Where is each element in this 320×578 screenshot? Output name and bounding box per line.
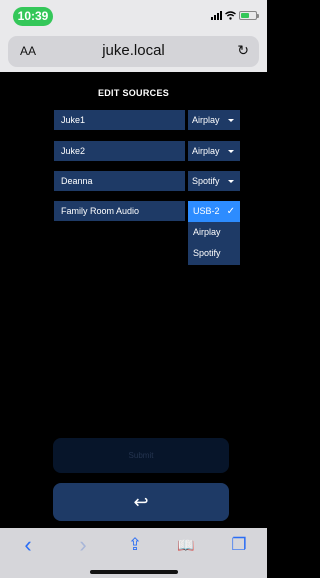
source-row-name: Juke1: [54, 110, 185, 130]
chevron-down-icon: [228, 180, 234, 183]
dropdown-option[interactable]: Spotify: [188, 243, 240, 264]
status-bar: 10:39: [0, 0, 267, 32]
dropdown-option-selected[interactable]: USB-2 ✓: [188, 201, 240, 222]
wifi-icon: [225, 11, 236, 20]
source-row-name: Juke2: [54, 141, 185, 161]
source-select[interactable]: Airplay: [188, 110, 240, 130]
share-icon[interactable]: ⇪: [124, 534, 146, 556]
source-select-value: Airplay: [192, 146, 220, 156]
checkmark-icon: ✓: [226, 206, 235, 217]
cellular-signal-icon: [211, 11, 222, 20]
chevron-down-icon: [228, 150, 234, 153]
status-time: 10:39: [13, 7, 53, 26]
source-select[interactable]: Spotify: [188, 171, 240, 191]
tabs-icon[interactable]: ❐: [228, 534, 250, 556]
bookmarks-icon[interactable]: 📖: [175, 534, 197, 556]
status-icons: [211, 11, 259, 20]
page-title: EDIT SOURCES: [97, 88, 170, 98]
dropdown-option[interactable]: Airplay: [188, 222, 240, 243]
url-text[interactable]: juke.local: [8, 42, 259, 59]
home-indicator: [90, 570, 178, 574]
browser-address-area: AA juke.local ↻: [0, 32, 267, 72]
battery-icon: [239, 11, 259, 20]
source-select[interactable]: Airplay: [188, 141, 240, 161]
forward-chevron-icon[interactable]: ›: [72, 534, 94, 556]
back-button[interactable]: ↩: [53, 483, 229, 521]
reply-arrow-icon: ↩: [133, 492, 149, 512]
source-row-name: Deanna: [54, 171, 185, 191]
dropdown-option-label: Airplay: [193, 227, 221, 237]
dropdown-option-label: Spotify: [193, 248, 221, 258]
chevron-down-icon: [228, 119, 234, 122]
source-select-value: Airplay: [192, 115, 220, 125]
submit-button[interactable]: Submit: [53, 438, 229, 473]
back-chevron-icon[interactable]: ‹: [17, 534, 39, 556]
dropdown-option-label: USB-2: [193, 206, 220, 216]
source-row-name: Family Room Audio: [54, 201, 185, 221]
source-dropdown-menu[interactable]: USB-2 ✓ Airplay Spotify: [188, 201, 240, 265]
address-bar[interactable]: AA juke.local ↻: [8, 36, 259, 67]
source-select-value: Spotify: [192, 176, 220, 186]
page-content: EDIT SOURCES Juke1 Airplay Juke2 Airplay…: [0, 72, 267, 528]
reload-icon[interactable]: ↻: [237, 42, 249, 59]
browser-toolbar: ‹ › ⇪ 📖 ❐: [0, 528, 267, 578]
